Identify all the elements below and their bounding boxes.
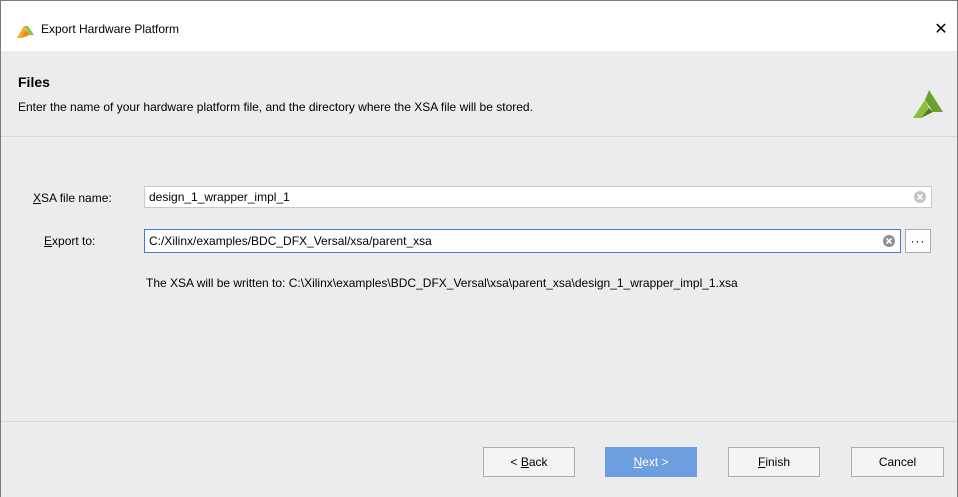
- page-title: Files: [18, 74, 50, 90]
- xsa-file-name-input[interactable]: [149, 187, 905, 207]
- export-to-label: Export to:: [44, 234, 96, 248]
- page-header: Files Enter the name of your hardware pl…: [1, 51, 957, 137]
- xsa-file-name-label: XSA file name:: [33, 191, 112, 205]
- clear-circle-icon[interactable]: [913, 190, 927, 204]
- button-bar: < Back Next > Finish Cancel: [1, 421, 957, 497]
- next-button[interactable]: Next >: [605, 447, 697, 477]
- title-bar: Export Hardware Platform ✕: [1, 1, 957, 51]
- export-to-field[interactable]: [144, 229, 901, 253]
- finish-button[interactable]: Finish: [728, 447, 820, 477]
- page-description: Enter the name of your hardware platform…: [18, 100, 533, 114]
- export-to-input[interactable]: [149, 231, 874, 251]
- window-title: Export Hardware Platform: [41, 22, 180, 36]
- back-button[interactable]: < Back: [483, 447, 575, 477]
- xilinx-logo-icon: [913, 90, 943, 118]
- export-hardware-platform-dialog: Export Hardware Platform ✕ Files Enter t…: [0, 0, 958, 497]
- close-button[interactable]: ✕: [929, 17, 953, 41]
- close-icon: ✕: [934, 21, 948, 38]
- output-path-note: The XSA will be written to: C:\Xilinx\ex…: [146, 276, 738, 290]
- clear-circle-icon[interactable]: [882, 234, 896, 248]
- cancel-button[interactable]: Cancel: [851, 447, 944, 477]
- vivado-logo-icon: [17, 26, 34, 38]
- browse-button[interactable]: ···: [905, 229, 931, 253]
- form-area: XSA file name: Export to: ··· The XSA wi…: [1, 136, 957, 422]
- xsa-file-name-field[interactable]: [144, 186, 932, 208]
